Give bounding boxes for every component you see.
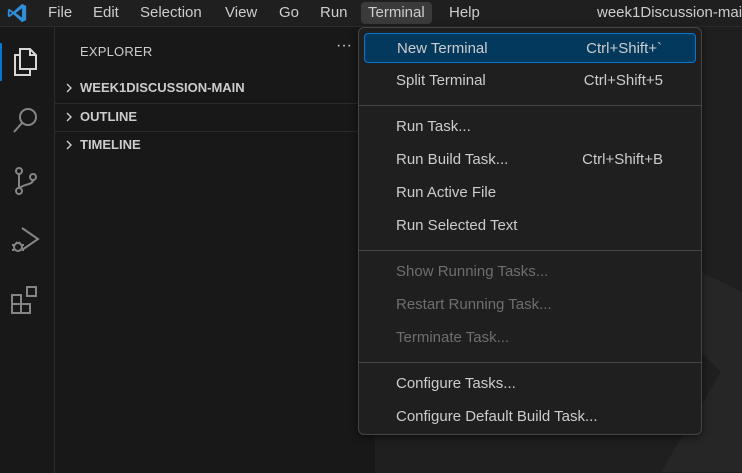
- menu-item-label: Configure Tasks...: [396, 375, 516, 392]
- menu-item-run-task[interactable]: Run Task...: [364, 112, 696, 142]
- terminal-menu: New Terminal Ctrl+Shift+` Split Terminal Ct…: [358, 27, 702, 435]
- menu-item-run-build-task[interactable]: Run Build Task... Ctrl+Shift+B: [364, 145, 696, 175]
- chevron-right-icon: [66, 112, 72, 122]
- menu-terminal[interactable]: Terminal: [361, 2, 432, 24]
- menu-separator: [359, 362, 701, 363]
- menu-file[interactable]: File: [41, 0, 79, 26]
- menu-item-label: Run Task...: [396, 118, 471, 135]
- chevron-right-icon: [66, 140, 72, 150]
- menu-item-label: Run Build Task...: [396, 151, 509, 168]
- menu-item-label: Run Selected Text: [396, 217, 518, 234]
- search-icon[interactable]: [9, 104, 43, 138]
- activity-bar: [0, 27, 55, 473]
- window-title: week1Discussion-main: [597, 4, 742, 21]
- menu-item-shortcut: Ctrl+Shift+B: [582, 151, 663, 168]
- menu-help[interactable]: Help: [442, 0, 487, 26]
- menu-item-restart-running-task: Restart Running Task...: [364, 290, 696, 320]
- section-timeline[interactable]: TIMELINE: [55, 131, 375, 158]
- menu-item-shortcut: Ctrl+Shift+5: [583, 72, 663, 89]
- title-bar: File Edit Selection View Go Run Terminal…: [0, 0, 742, 27]
- menu-item-label: Configure Default Build Task...: [396, 408, 598, 425]
- menu-item-configure-tasks[interactable]: Configure Tasks...: [364, 369, 696, 399]
- explorer-icon[interactable]: [9, 45, 43, 79]
- menu-item-label: Run Active File: [396, 184, 497, 201]
- active-indicator: [0, 43, 2, 81]
- extensions-icon[interactable]: [9, 283, 43, 317]
- menu-run[interactable]: Run: [313, 0, 355, 26]
- menu-edit[interactable]: Edit: [86, 0, 126, 26]
- menu-item-new-terminal[interactable]: New Terminal Ctrl+Shift+`: [364, 33, 696, 63]
- menu-item-split-terminal[interactable]: Split Terminal Ctrl+Shift+5: [364, 66, 696, 96]
- menu-view[interactable]: View: [218, 0, 264, 26]
- menu-item-run-active-file[interactable]: Run Active File: [364, 178, 696, 208]
- more-actions-icon[interactable]: ···: [336, 37, 352, 55]
- section-label: WEEK1DISCUSSION-MAIN: [80, 80, 245, 95]
- vscode-logo-icon[interactable]: [6, 2, 28, 24]
- menu-item-terminate-task: Terminate Task...: [364, 323, 696, 353]
- menu-item-label: New Terminal: [397, 40, 488, 57]
- menu-item-run-selected-text[interactable]: Run Selected Text: [364, 211, 696, 241]
- run-debug-icon[interactable]: [9, 223, 43, 257]
- menu-separator: [359, 250, 701, 251]
- section-label: TIMELINE: [80, 137, 141, 152]
- menu-separator: [359, 105, 701, 106]
- explorer-sidebar: EXPLORER ··· WEEK1DISCUSSION-MAIN OUTLIN…: [55, 27, 375, 473]
- menu-item-label: Restart Running Task...: [396, 296, 552, 313]
- chevron-right-icon: [66, 83, 72, 93]
- menu-item-label: Terminate Task...: [396, 329, 510, 346]
- section-workspace[interactable]: WEEK1DISCUSSION-MAIN: [55, 75, 375, 101]
- menu-item-label: Show Running Tasks...: [396, 263, 549, 280]
- menu-item-show-running-tasks: Show Running Tasks...: [364, 257, 696, 287]
- menu-selection[interactable]: Selection: [133, 0, 209, 26]
- sidebar-title: EXPLORER: [80, 44, 153, 59]
- section-label: OUTLINE: [80, 109, 138, 124]
- source-control-icon[interactable]: [9, 164, 43, 198]
- section-outline[interactable]: OUTLINE: [55, 103, 375, 130]
- menu-item-shortcut: Ctrl+Shift+`: [586, 40, 662, 57]
- menu-item-label: Split Terminal: [396, 72, 486, 89]
- menu-go[interactable]: Go: [272, 0, 306, 26]
- menu-item-configure-default-build-task[interactable]: Configure Default Build Task...: [364, 402, 696, 432]
